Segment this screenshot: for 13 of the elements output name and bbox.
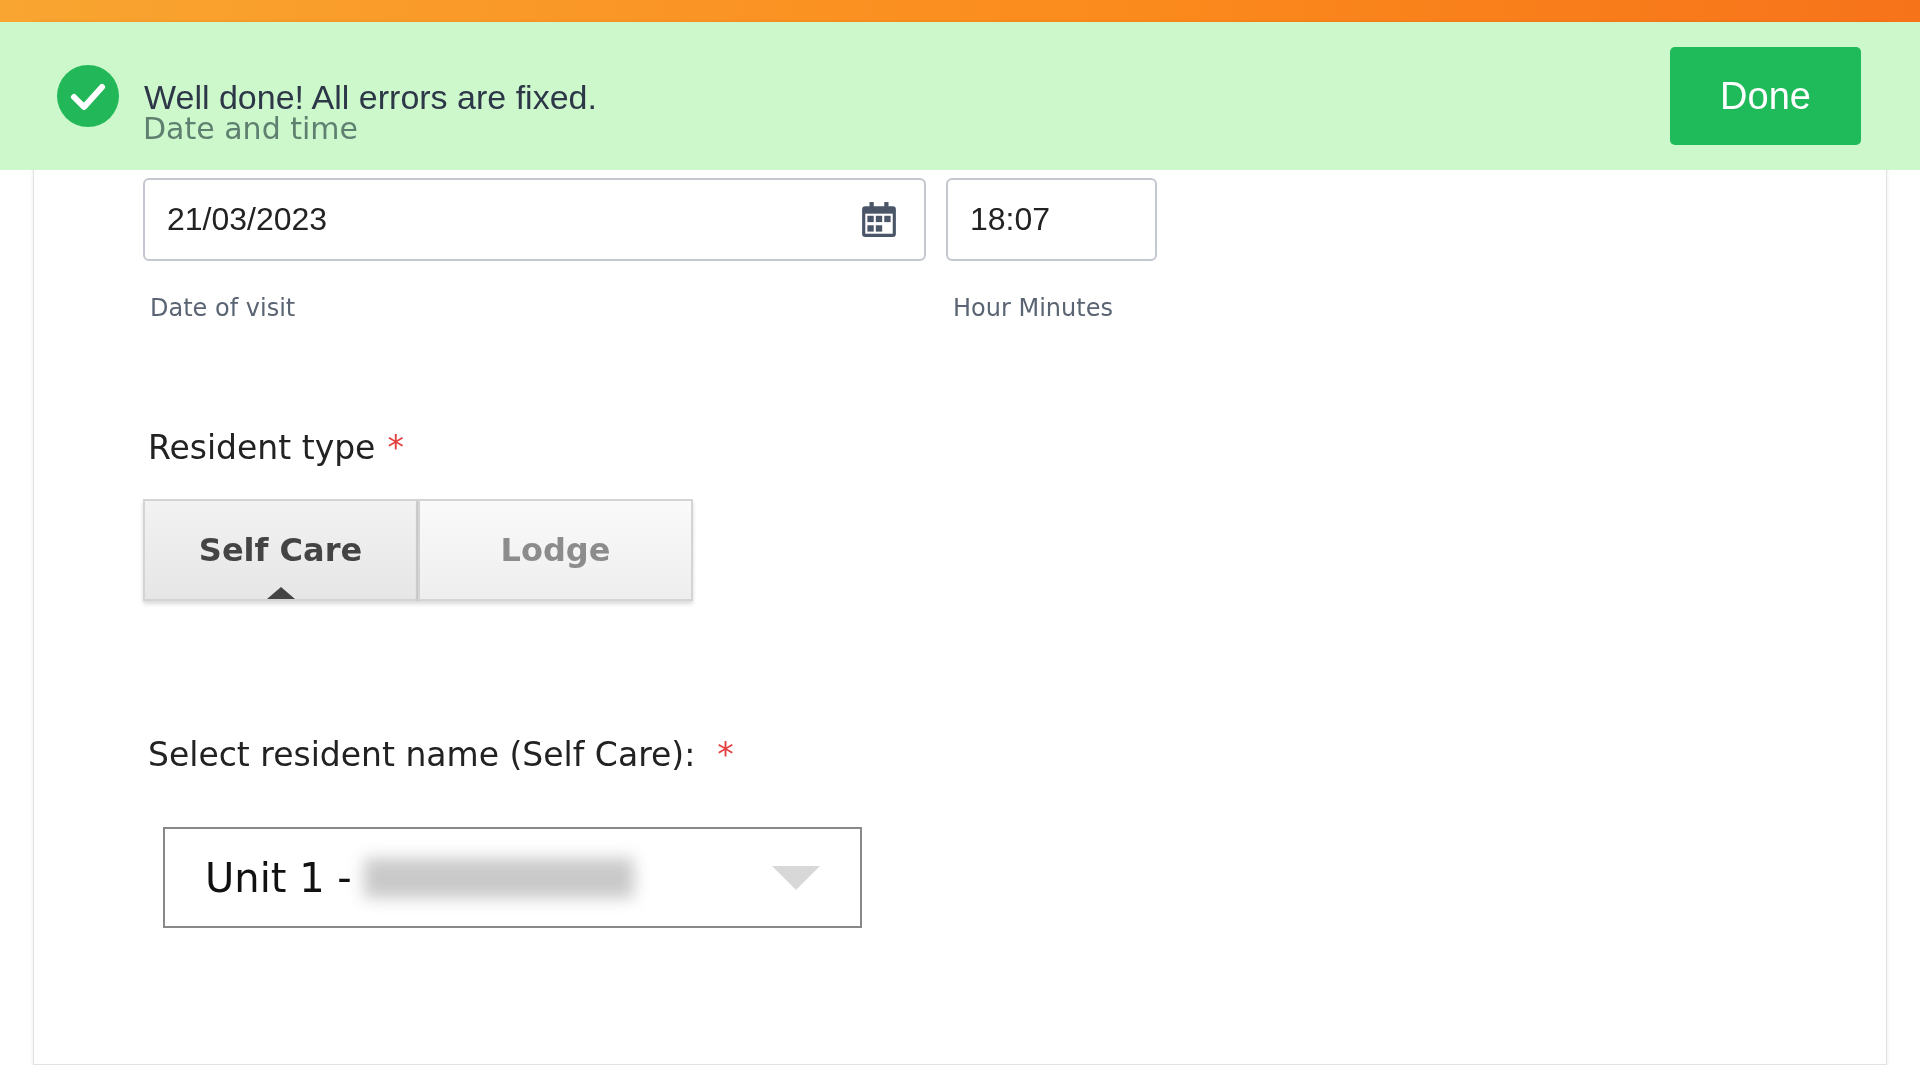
calendar-icon[interactable] xyxy=(860,200,898,239)
required-mark: * xyxy=(387,428,404,467)
field-label: Resident type xyxy=(148,428,376,467)
required-mark: * xyxy=(717,735,734,774)
time-field[interactable]: 18:07 xyxy=(946,178,1157,261)
field-caption: Date of visit xyxy=(150,294,297,322)
field-label: Select resident name (Self Care): xyxy=(148,735,696,774)
segment-button[interactable]: Self Care xyxy=(143,499,418,601)
caret-icon xyxy=(772,865,820,890)
check-icon xyxy=(57,65,119,127)
date-field[interactable]: 21/03/2023 xyxy=(143,178,926,261)
field-caption: Hour Minutes xyxy=(953,294,1114,322)
resident-select[interactable]: Unit 1 - xyxy=(163,827,862,928)
